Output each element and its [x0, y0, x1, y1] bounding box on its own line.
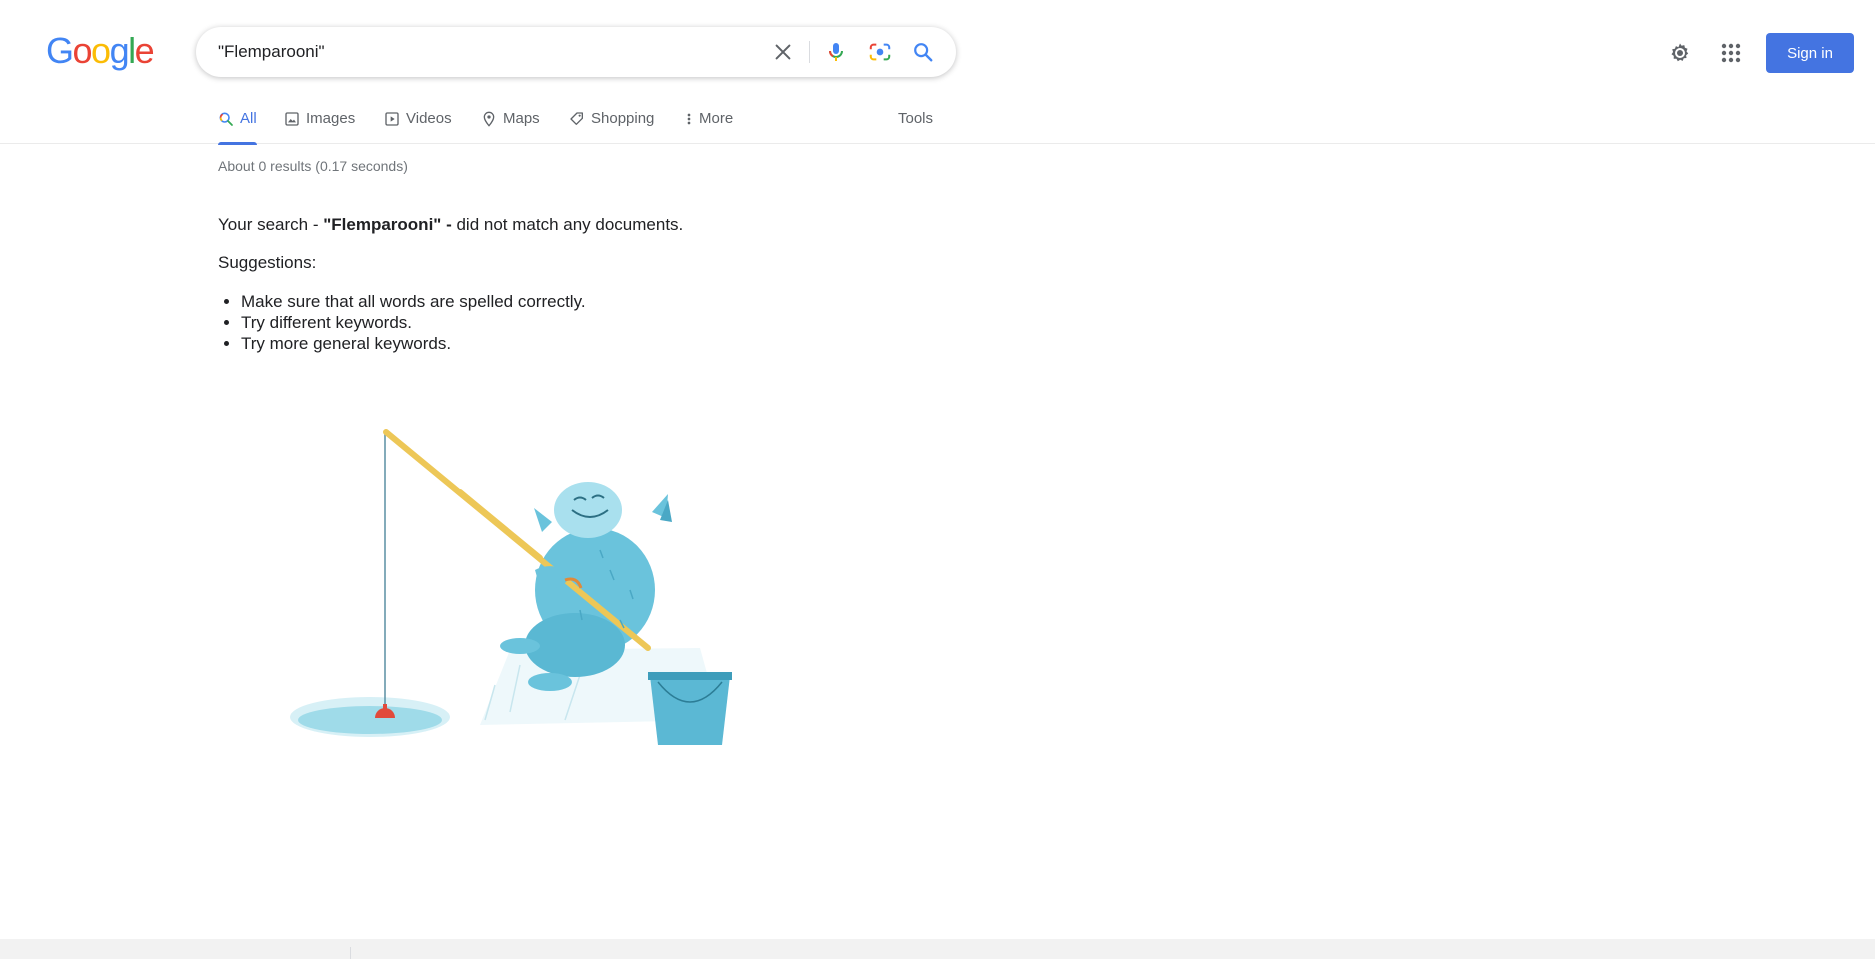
logo-letter: G	[46, 30, 74, 71]
tab-label: Videos	[406, 110, 452, 127]
tab-shopping[interactable]: Shopping	[569, 104, 654, 144]
tab-tools[interactable]: Tools	[898, 104, 933, 144]
search-query: "Flemparooni"	[323, 215, 442, 234]
logo-letter: o	[72, 30, 93, 71]
list-item: Make sure that all words are spelled cor…	[241, 291, 586, 312]
search-tabs: All Images Videos Maps Shopping More Too…	[0, 104, 1875, 145]
logo-letter: e	[134, 30, 155, 71]
footer	[0, 939, 1875, 959]
footer-divider	[350, 947, 351, 959]
more-vert-icon	[687, 113, 691, 125]
logo-letter: o	[91, 30, 111, 71]
play-icon	[385, 112, 399, 126]
message-prefix: Your search -	[218, 215, 324, 234]
settings-gear-icon[interactable]	[1668, 41, 1692, 65]
tab-images[interactable]: Images	[284, 104, 355, 144]
image-icon	[285, 112, 299, 126]
message-suffix: did not match any documents.	[456, 215, 684, 234]
google-logo[interactable]: Google	[46, 30, 155, 71]
tab-label: Maps	[503, 110, 540, 127]
list-item: Try different keywords.	[241, 312, 586, 333]
search-divider	[809, 41, 810, 63]
tag-icon	[570, 112, 583, 125]
suggestions-title: Suggestions:	[218, 253, 317, 272]
clear-icon[interactable]	[771, 40, 795, 64]
search-box	[196, 27, 956, 77]
tab-more[interactable]: More	[685, 104, 733, 144]
apps-grid-icon[interactable]	[1719, 41, 1743, 65]
tab-label: Tools	[898, 110, 934, 127]
tab-label: Shopping	[591, 110, 655, 127]
search-icon	[219, 112, 233, 126]
tab-label: All	[240, 110, 257, 127]
suggestions-list: Make sure that all words are spelled cor…	[241, 291, 586, 354]
tab-label: More	[699, 110, 734, 127]
tab-label: Images	[306, 110, 356, 127]
logo-letter: g	[109, 30, 130, 71]
tab-maps[interactable]: Maps	[481, 104, 540, 144]
map-pin-icon	[483, 111, 495, 127]
search-icon[interactable]	[911, 40, 935, 64]
fishing-monster-illustration	[290, 429, 732, 745]
lens-camera-icon[interactable]	[868, 40, 892, 64]
tab-all[interactable]: All	[218, 104, 257, 145]
no-results-message: Your search - "Flemparooni" - did not ma…	[218, 215, 683, 235]
search-input[interactable]	[218, 27, 758, 77]
result-stats: About 0 results (0.17 seconds)	[218, 158, 408, 174]
header: Google "Flemparooni" Sign in	[0, 0, 1875, 104]
mic-icon[interactable]	[824, 40, 848, 64]
tab-videos[interactable]: Videos	[384, 104, 452, 144]
message-dash: -	[441, 215, 457, 234]
sign-in-button[interactable]: Sign in	[1766, 33, 1854, 73]
list-item: Try more general keywords.	[241, 333, 586, 354]
